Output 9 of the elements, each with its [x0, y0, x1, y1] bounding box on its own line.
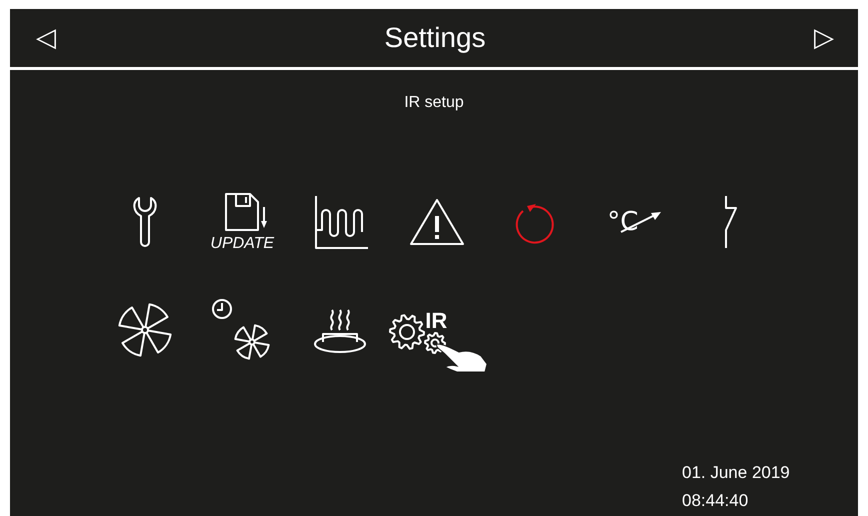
page-subtitle: IR setup: [404, 94, 464, 112]
unit-label: °C: [607, 209, 638, 235]
date-text: 01. June 2019: [682, 462, 790, 484]
ir-label: IR: [425, 310, 448, 332]
time-text: 08:44:40: [682, 490, 750, 512]
back-button[interactable]: ◁: [36, 25, 56, 51]
window-title: Settings: [384, 22, 486, 54]
forward-button[interactable]: ▷: [814, 25, 834, 51]
update-label: UPDATE: [210, 235, 274, 253]
